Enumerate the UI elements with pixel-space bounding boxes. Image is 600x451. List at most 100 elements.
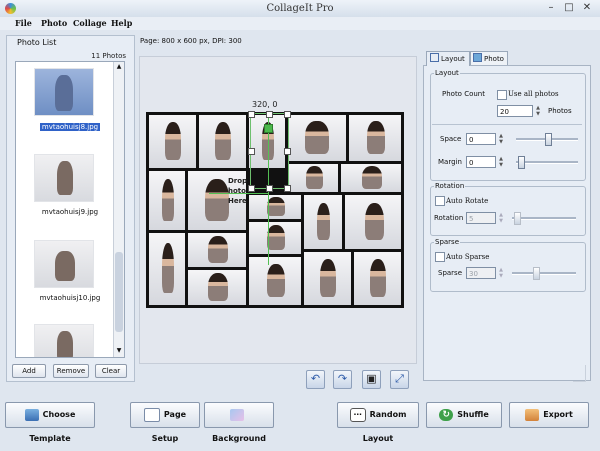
divider — [432, 124, 582, 125]
space-slider-handle[interactable] — [545, 133, 552, 146]
photo-tab-icon — [473, 53, 482, 62]
choose-template-button[interactable]: Choose Template — [5, 402, 95, 443]
rotation-input[interactable]: 5 — [466, 212, 496, 224]
rotate-handle-icon[interactable] — [264, 124, 273, 133]
sparse-slider-handle[interactable] — [533, 267, 540, 280]
fit-to-screen-icon[interactable]: ⤢ — [390, 370, 409, 389]
photo-cell[interactable] — [249, 195, 301, 219]
drop-photo-here-hint: Drop hoto Here — [228, 177, 248, 205]
photo-count-input[interactable]: 20 — [497, 105, 533, 117]
maximize-icon[interactable]: □ — [562, 2, 576, 14]
sparse-slider-track[interactable] — [512, 272, 576, 275]
add-button[interactable]: Add — [12, 364, 46, 378]
sparse-label: Sparse — [438, 269, 463, 277]
space-input[interactable]: 0 — [466, 133, 496, 145]
photo-cell[interactable] — [149, 171, 185, 230]
photo-cell[interactable] — [288, 115, 346, 161]
use-all-photos-checkbox[interactable] — [497, 90, 507, 100]
auto-sparse-checkbox[interactable] — [435, 252, 445, 262]
background-button[interactable]: Background — [204, 402, 274, 443]
photo-cell[interactable] — [345, 195, 401, 249]
space-label: Space — [440, 135, 462, 143]
photo-thumbnail[interactable] — [34, 154, 94, 202]
menu-collage[interactable]: Collage — [73, 18, 107, 28]
remove-button[interactable]: Remove — [53, 364, 89, 378]
photo-cell[interactable] — [249, 257, 301, 305]
close-icon[interactable]: ✕ — [580, 2, 594, 14]
template-icon — [24, 408, 39, 421]
rotation-slider-handle[interactable] — [514, 212, 521, 225]
margin-input[interactable]: 0 — [466, 156, 496, 168]
selected-photo-frame[interactable] — [248, 111, 291, 192]
minimize-icon[interactable]: – — [544, 2, 558, 14]
margin-slider-track[interactable] — [516, 161, 578, 164]
scroll-up-icon[interactable]: ▲ — [115, 63, 123, 71]
photo-thumbnail[interactable] — [34, 240, 94, 288]
resize-grip-icon[interactable] — [573, 365, 586, 382]
shuffle-button[interactable]: ↻ Shuffle — [426, 402, 502, 428]
export-button[interactable]: Export — [509, 402, 589, 428]
photo-thumbnail[interactable] — [34, 324, 94, 357]
photo-cell[interactable] — [354, 252, 401, 305]
auto-rotate-checkbox[interactable] — [435, 196, 445, 206]
tab-photo[interactable]: Photo — [470, 51, 508, 66]
photo-cell[interactable] — [349, 115, 401, 161]
layout-tab-icon — [430, 53, 439, 62]
sparse-stepper[interactable]: ▲ ▼ — [498, 267, 504, 279]
margin-slider-handle[interactable] — [518, 156, 525, 169]
auto-rotate-label: Auto Rotate — [446, 197, 489, 205]
photo-cell[interactable] — [341, 164, 401, 192]
tab-layout[interactable]: Layout — [426, 51, 470, 66]
undo-icon[interactable]: ↶ — [306, 370, 325, 389]
photo-cell[interactable] — [149, 233, 185, 305]
photo-list-panel: Photo List 11 Photos mvtaohuisj8.jpg mvt… — [6, 35, 135, 382]
photo-list-scrollbar[interactable]: ▲ ▼ — [113, 62, 124, 357]
rotation-slider-track[interactable] — [512, 217, 576, 220]
photo-list[interactable]: mvtaohuisj8.jpg mvtaohuisj9.jpg mvtaohui… — [15, 61, 125, 358]
menu-file[interactable]: File — [15, 18, 32, 28]
menu-help[interactable]: Help — [111, 18, 132, 28]
shuffle-icon: ↻ — [439, 408, 454, 421]
rotation-stepper[interactable]: ▲ ▼ — [498, 212, 504, 224]
menu-bar: File Photo Collage Help — [0, 17, 600, 30]
space-stepper[interactable]: ▲ ▼ — [498, 133, 504, 145]
window-title: CollageIt Pro — [266, 3, 334, 14]
photo-cell[interactable] — [304, 195, 342, 249]
title-bar: CollageIt Pro – □ ✕ — [0, 0, 600, 17]
photo-cell[interactable] — [199, 115, 246, 168]
auto-sparse-label: Auto Sparse — [446, 253, 490, 261]
random-layout-button[interactable]: ⋯ Random Layout — [337, 402, 419, 443]
scroll-down-icon[interactable]: ▼ — [115, 347, 123, 355]
use-all-photos-label: Use all photos — [508, 90, 559, 98]
export-icon — [525, 408, 540, 421]
photo-count-stepper[interactable]: ▲ ▼ — [535, 105, 541, 117]
photo-cell[interactable] — [288, 164, 338, 192]
photo-item-label[interactable]: mvtaohuisj10.jpg — [16, 294, 124, 302]
dice-icon: ⋯ — [349, 407, 366, 422]
sparse-group-title: Sparse — [435, 238, 460, 246]
layout-tab-content: Layout Photo Count Use all photos 20 ▲ ▼ … — [423, 65, 591, 381]
clear-button[interactable]: Clear — [95, 364, 127, 378]
redo-icon[interactable]: ↷ — [333, 370, 352, 389]
page-setup-button[interactable]: Page Setup — [130, 402, 200, 443]
photo-cell[interactable] — [249, 222, 301, 254]
crop-icon[interactable]: ▣ — [362, 370, 381, 389]
guide-line — [209, 193, 269, 194]
photos-unit-label: Photos — [548, 107, 572, 115]
photo-thumbnail[interactable] — [34, 68, 94, 116]
sparse-group: Sparse — [430, 238, 586, 292]
photo-cell[interactable] — [149, 115, 196, 168]
photo-item-label[interactable]: mvtaohuisj8.jpg — [16, 123, 124, 131]
background-icon — [230, 408, 244, 421]
photo-cell[interactable] — [304, 252, 351, 305]
photo-item-label[interactable]: mvtaohuisj9.jpg — [16, 208, 124, 216]
sparse-input[interactable]: 30 — [466, 267, 496, 279]
photo-cell[interactable] — [188, 270, 246, 305]
photo-cell[interactable] — [188, 233, 246, 267]
margin-label: Margin — [438, 158, 462, 166]
photo-count-label: Photo Count — [442, 90, 485, 98]
scroll-thumb[interactable] — [115, 252, 123, 332]
photo-count-label: 11 Photos — [91, 52, 126, 60]
menu-photo[interactable]: Photo — [41, 18, 67, 28]
margin-stepper[interactable]: ▲ ▼ — [498, 156, 504, 168]
